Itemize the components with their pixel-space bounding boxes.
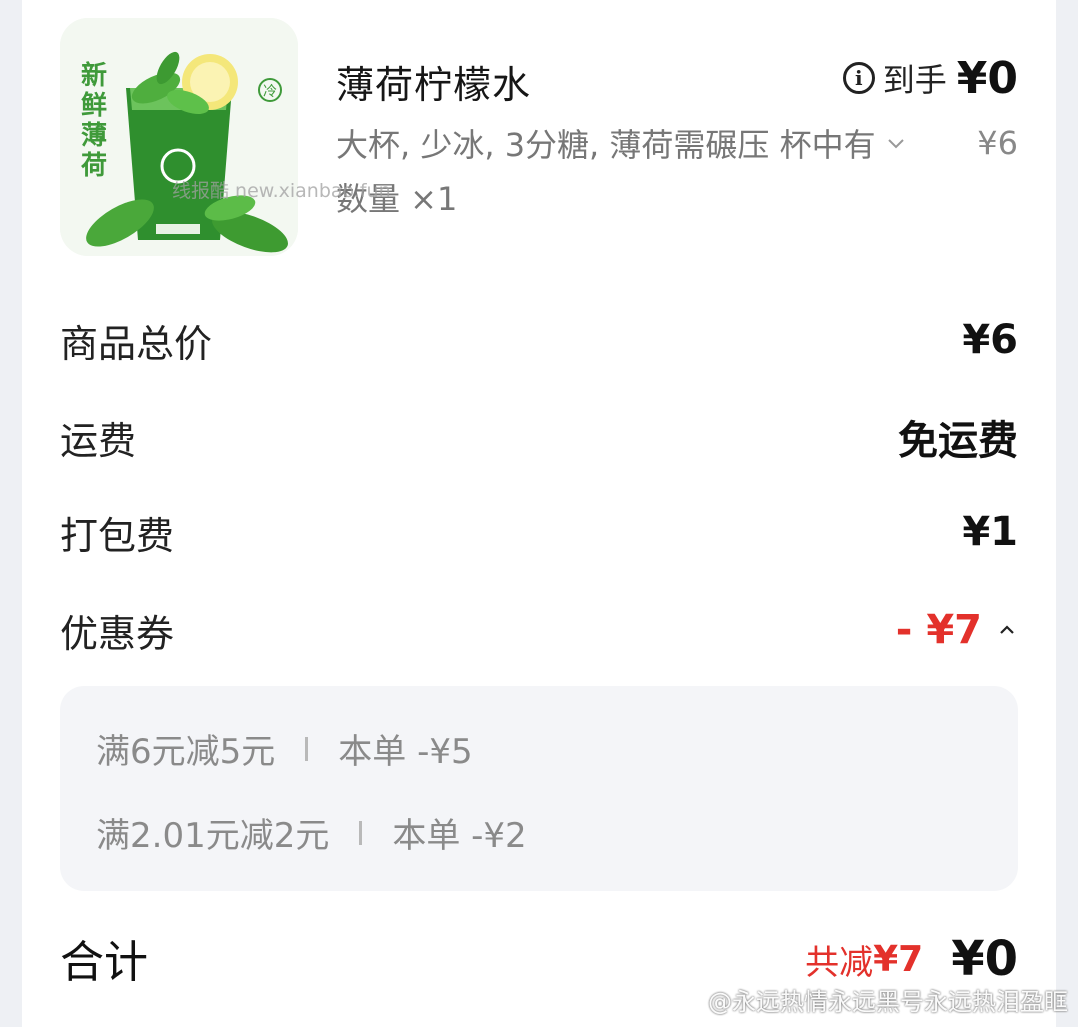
fee-label: 运费 — [60, 418, 137, 463]
divider — [305, 736, 309, 761]
image-text-char: 薄 — [81, 121, 107, 151]
coupon-item: 满6元减5元 本单 -¥5 — [96, 724, 473, 773]
coupon-amount: 本单 -¥5 — [338, 732, 473, 772]
product-image[interactable]: 新 鲜 薄 荷 冷 — [60, 18, 298, 256]
mint-drink-image: 新 鲜 薄 荷 冷 — [60, 18, 298, 256]
arrive-label: 到手 — [882, 61, 947, 99]
info-icon[interactable]: i — [842, 62, 875, 94]
fee-row-packing: 打包费 ¥1 — [60, 502, 1018, 562]
weibo-handle: @永远热情永远黑号永远热泪盈眶 — [708, 988, 1068, 1016]
arrive-price: ¥0 — [956, 52, 1018, 104]
coupon-value: - ¥7 — [895, 607, 982, 653]
coupon-item: 满2.01元减2元 本单 -¥2 — [96, 808, 527, 857]
fee-value: ¥6 — [962, 317, 1018, 363]
product-title: 薄荷柠檬水 — [336, 63, 532, 107]
fee-value: ¥1 — [962, 509, 1018, 555]
total-label: 合计 — [60, 937, 148, 988]
weibo-icon — [669, 988, 700, 1013]
fee-row-delivery: 运费 免运费 — [60, 407, 1018, 467]
weibo-watermark: @永远热情永远黑号永远热泪盈眶 — [668, 982, 1068, 1017]
product-specs: 大杯, 少冰, 3分糖, 薄荷需碾压 杯中有 — [336, 126, 876, 164]
total-saved-label: 共减 — [805, 942, 874, 983]
fee-value: 免运费 — [898, 418, 1018, 464]
fee-label: 打包费 — [60, 513, 175, 558]
chevron-down-icon[interactable] — [886, 133, 906, 153]
coupon-rule: 满2.01元减2元 — [96, 816, 330, 856]
watermark-text: 线报酷 new.xianbao.fun — [172, 180, 391, 202]
fee-label: 商品总价 — [60, 321, 213, 366]
image-text-char: 新 — [81, 60, 107, 91]
coupon-label: 优惠券 — [60, 611, 175, 656]
coupon-row[interactable]: 优惠券 - ¥7 — [60, 600, 1018, 660]
total-saved-amount: ¥7 — [873, 938, 924, 980]
order-card: 新 鲜 薄 荷 冷 薄荷柠檬水 i 到手 ¥0 大杯, 少冰, 3分糖, 薄荷需… — [22, 0, 1056, 1027]
image-text-char: 荷 — [81, 151, 107, 181]
spec-price: ¥6 — [977, 124, 1018, 162]
total-amount: ¥0 — [951, 931, 1018, 987]
divider — [359, 820, 363, 845]
chevron-up-icon[interactable] — [996, 619, 1018, 641]
fee-row-subtotal: 商品总价 ¥6 — [60, 310, 1018, 370]
arrive-price-group[interactable]: i 到手 ¥0 — [842, 50, 1018, 106]
image-badge: 冷 — [263, 84, 277, 100]
coupon-details: 满6元减5元 本单 -¥5 满2.01元减2元 本单 -¥2 — [60, 686, 1018, 891]
image-text-char: 鲜 — [81, 91, 107, 121]
spec-row[interactable]: 大杯, 少冰, 3分糖, 薄荷需碾压 杯中有 ¥6 — [336, 118, 1018, 168]
coupon-rule: 满6元减5元 — [96, 732, 276, 772]
coupon-amount: 本单 -¥2 — [392, 816, 527, 856]
